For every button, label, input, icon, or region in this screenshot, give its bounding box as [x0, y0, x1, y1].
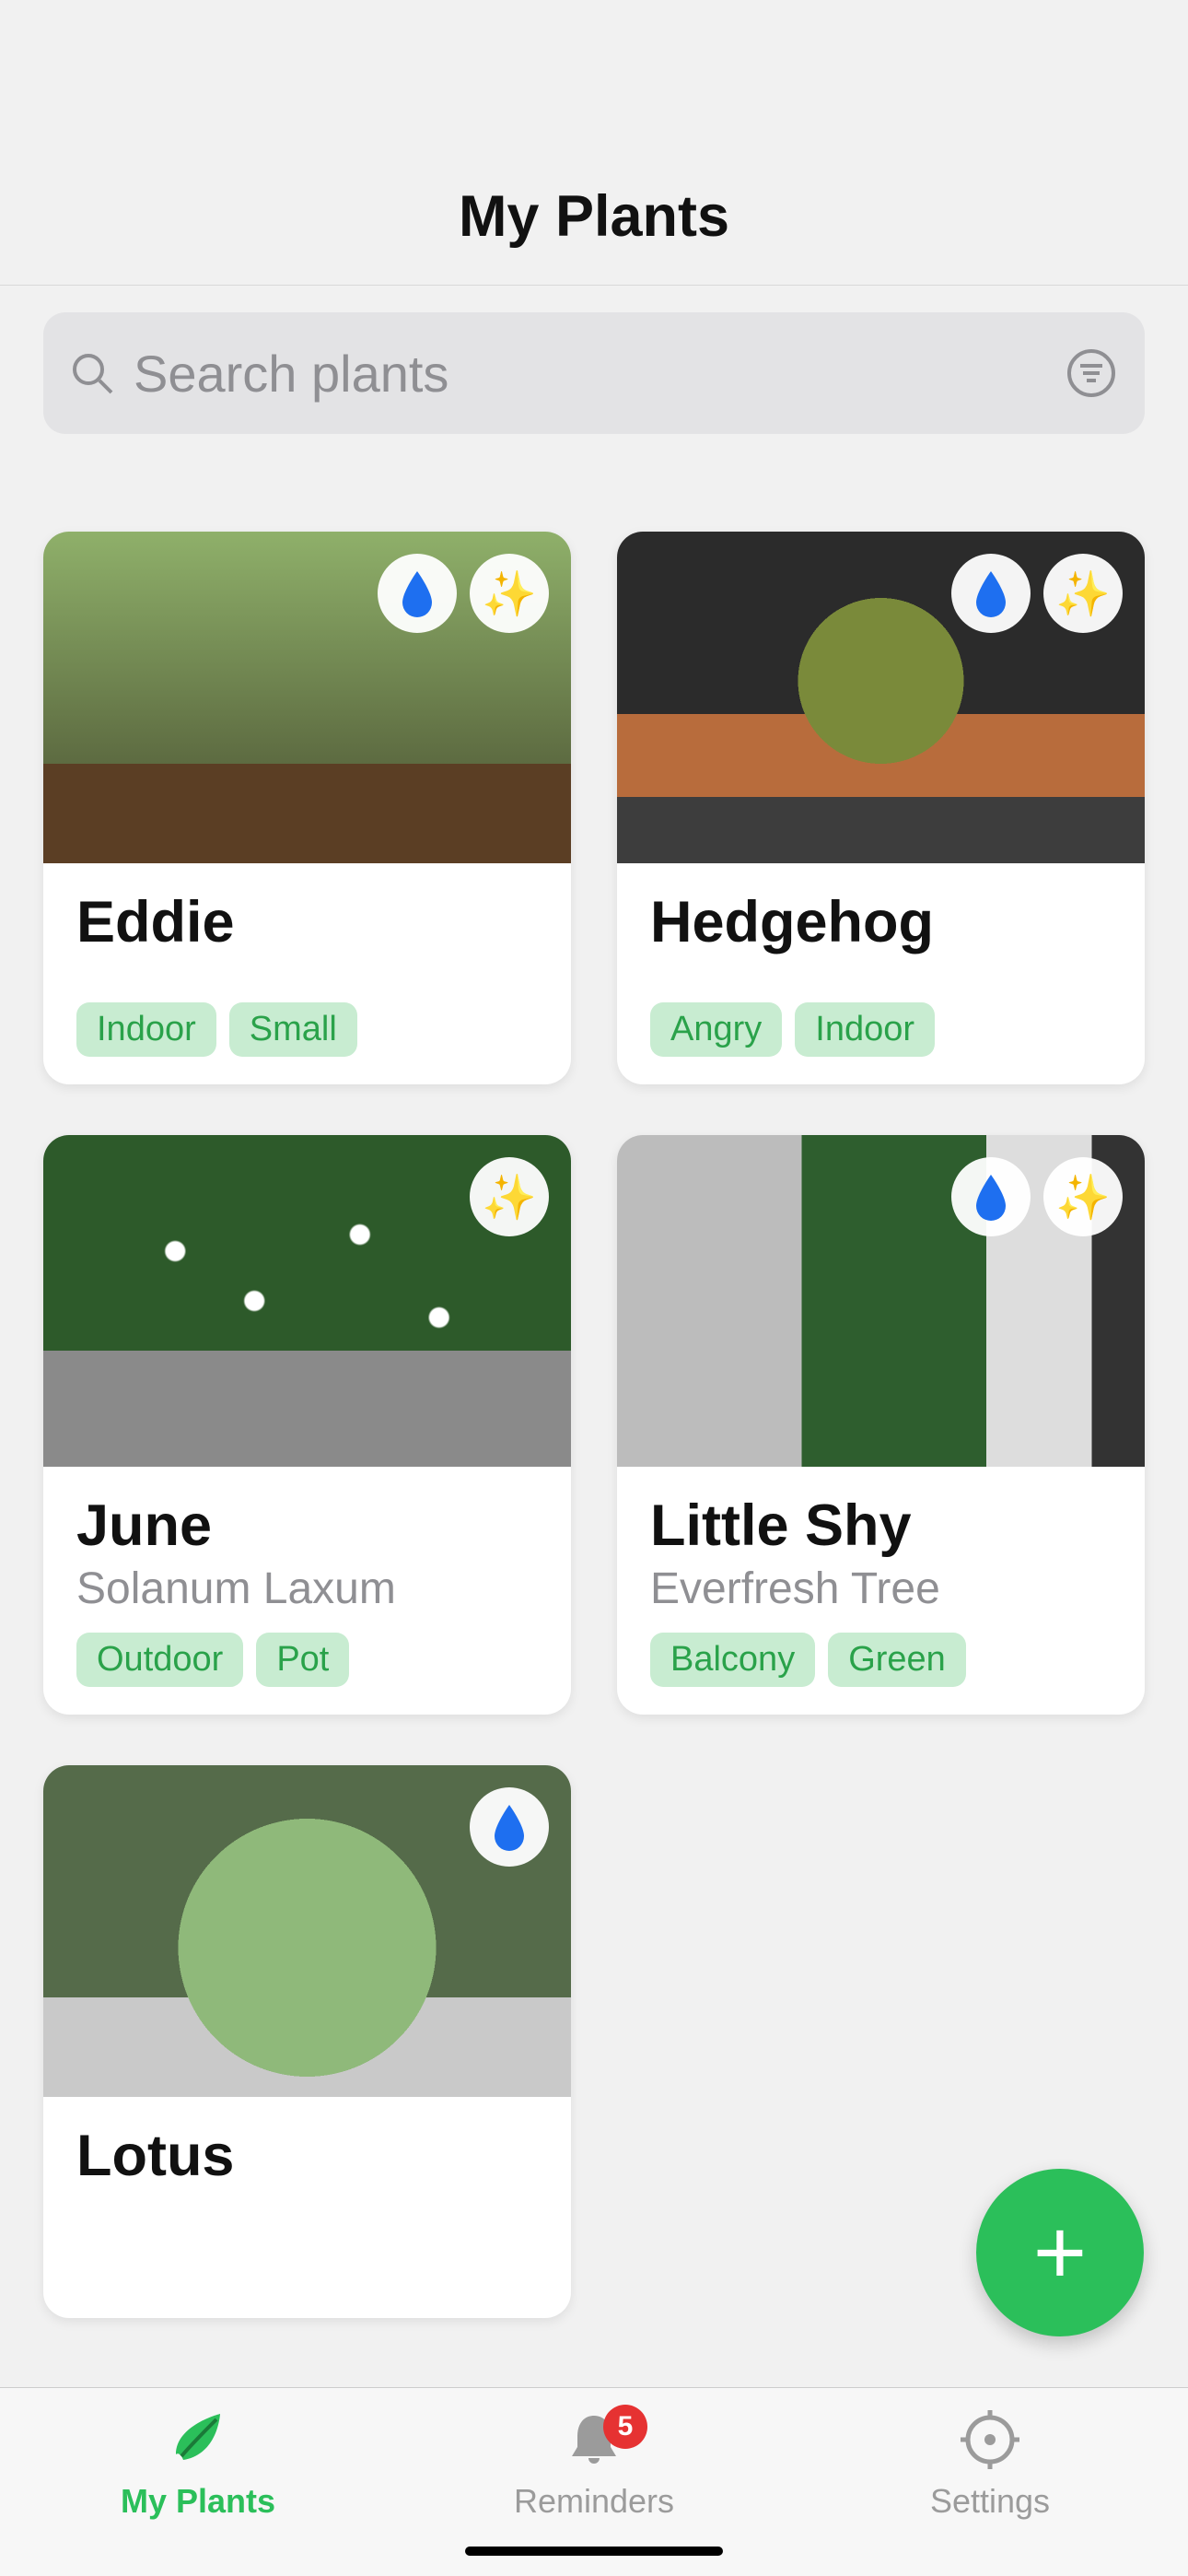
add-plant-button[interactable]: +: [976, 2169, 1144, 2336]
tab-reminders[interactable]: 5 Reminders: [396, 2388, 792, 2539]
gear-icon: [957, 2406, 1023, 2473]
sparkle-icon: ✨: [1043, 1157, 1123, 1236]
page-title: My Plants: [459, 183, 729, 250]
plant-tag: Small: [229, 1002, 357, 1057]
plant-name: Hedgehog: [650, 891, 1112, 954]
plant-image: ✨: [617, 532, 1145, 863]
plant-card[interactable]: ✨ Little ShyEverfresh Tree BalconyGreen: [617, 1135, 1145, 1715]
plant-card[interactable]: ✨ Hedgehog AngryIndoor: [617, 532, 1145, 1084]
card-body: Little ShyEverfresh Tree BalconyGreen: [617, 1467, 1145, 1715]
card-body: Eddie IndoorSmall: [43, 863, 571, 1084]
plant-tag: Outdoor: [76, 1633, 243, 1687]
tab-my-plants[interactable]: My Plants: [0, 2388, 396, 2539]
home-indicator: [465, 2547, 723, 2556]
tag-row: OutdoorPot: [76, 1633, 538, 1687]
plant-tag: Green: [828, 1633, 966, 1687]
plant-tag: Pot: [256, 1633, 349, 1687]
tag-row: AngryIndoor: [650, 1002, 1112, 1057]
water-drop-icon: [470, 1787, 549, 1867]
plant-name: Lotus: [76, 2125, 538, 2188]
badge-row: ✨: [470, 1157, 549, 1236]
sparkle-icon: ✨: [470, 1157, 549, 1236]
plant-subtitle: Everfresh Tree: [650, 1563, 1112, 1614]
plant-image: ✨: [43, 532, 571, 863]
plant-tag: Indoor: [76, 1002, 216, 1057]
card-body: JuneSolanum Laxum OutdoorPot: [43, 1467, 571, 1715]
card-body: Lotus: [43, 2097, 571, 2318]
plant-grid-container: ✨EddieIndoorSmall✨HedgehogAngryIndoor✨Ju…: [0, 467, 1188, 2387]
tag-row: IndoorSmall: [76, 1002, 538, 1057]
plus-icon: +: [1033, 2200, 1087, 2306]
plant-image: [43, 1765, 571, 2097]
plant-image: ✨: [617, 1135, 1145, 1467]
badge-row: [470, 1787, 549, 1867]
filter-button[interactable]: [1064, 345, 1119, 401]
water-drop-icon: [951, 1157, 1031, 1236]
tab-label: My Plants: [121, 2482, 275, 2521]
tab-label: Reminders: [514, 2482, 674, 2521]
leaf-icon: [165, 2406, 231, 2473]
header: My Plants: [0, 0, 1188, 286]
tab-label: Settings: [930, 2482, 1050, 2521]
search-bar[interactable]: [43, 312, 1145, 434]
badge-row: ✨: [951, 1157, 1123, 1236]
tag-row: BalconyGreen: [650, 1633, 1112, 1687]
plant-card[interactable]: Lotus: [43, 1765, 571, 2318]
card-body: Hedgehog AngryIndoor: [617, 863, 1145, 1084]
plant-name: Little Shy: [650, 1494, 1112, 1558]
badge-row: ✨: [951, 554, 1123, 633]
plant-tag: Balcony: [650, 1633, 815, 1687]
plant-name: June: [76, 1494, 538, 1558]
sparkle-icon: ✨: [470, 554, 549, 633]
plant-image: ✨: [43, 1135, 571, 1467]
plant-name: Eddie: [76, 891, 538, 954]
badge-row: ✨: [378, 554, 549, 633]
reminders-badge: 5: [603, 2405, 647, 2449]
search-icon: [69, 350, 115, 396]
search-container: [0, 286, 1188, 467]
plant-card[interactable]: ✨ JuneSolanum Laxum OutdoorPot: [43, 1135, 571, 1715]
water-drop-icon: [951, 554, 1031, 633]
plant-subtitle: Solanum Laxum: [76, 1563, 538, 1614]
search-input[interactable]: [115, 344, 1064, 404]
tab-settings[interactable]: Settings: [792, 2388, 1188, 2539]
plant-tag: Indoor: [795, 1002, 935, 1057]
water-drop-icon: [378, 554, 457, 633]
plant-card[interactable]: ✨ Eddie IndoorSmall: [43, 532, 571, 1084]
sparkle-icon: ✨: [1043, 554, 1123, 633]
plant-tag: Angry: [650, 1002, 782, 1057]
